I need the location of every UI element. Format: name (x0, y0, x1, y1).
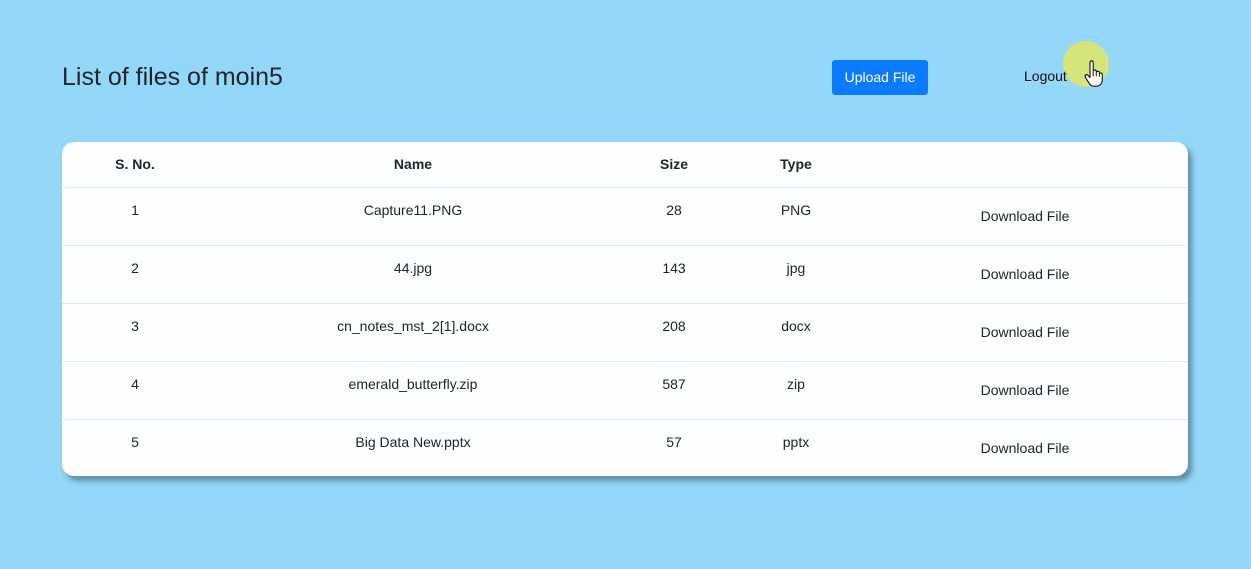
cell-size: 587 (662, 375, 686, 392)
download-file-link[interactable]: Download File (981, 266, 1070, 282)
column-header-action (862, 142, 1188, 187)
cell-type: jpg (786, 259, 806, 276)
cell-type: zip (787, 375, 805, 392)
cell-sno: 1 (131, 201, 139, 218)
table-row: 1 Capture11.PNG 28 PNG Download File (62, 187, 1188, 245)
download-file-link[interactable]: Download File (981, 208, 1070, 224)
table-row: 5 Big Data New.pptx 57 pptx Download Fil… (62, 419, 1188, 476)
column-header-type: Type (780, 156, 812, 173)
cell-sno: 2 (131, 259, 139, 276)
cell-action: Download File (862, 245, 1188, 303)
cell-size: 28 (666, 201, 682, 218)
cell-type: docx (781, 317, 811, 334)
download-file-link[interactable]: Download File (981, 440, 1070, 456)
table-row: 2 44.jpg 143 jpg Download File (62, 245, 1188, 303)
column-header-name: Name (393, 156, 433, 173)
cell-action: Download File (862, 303, 1188, 361)
download-file-link[interactable]: Download File (981, 382, 1070, 398)
cell-name: cn_notes_mst_2[1].docx (337, 317, 489, 334)
cell-name: 44.jpg (393, 259, 433, 276)
cell-name: Capture11.PNG (363, 201, 463, 218)
cell-name: Big Data New.pptx (355, 433, 471, 450)
cell-sno: 4 (131, 375, 139, 392)
page-title: List of files of moin5 (62, 63, 283, 91)
cell-size: 208 (662, 317, 686, 334)
cell-type: pptx (782, 433, 810, 450)
cursor-highlight (1063, 41, 1109, 87)
table-row: 3 cn_notes_mst_2[1].docx 208 docx Downlo… (62, 303, 1188, 361)
cell-size: 57 (666, 433, 682, 450)
cell-name: emerald_butterfly.zip (348, 375, 478, 392)
cell-type: PNG (780, 201, 812, 218)
cell-sno: 3 (131, 317, 139, 334)
cell-sno: 5 (131, 433, 139, 450)
column-header-sno: S. No. (115, 156, 155, 173)
files-table: S. No. Name Size Type 1 Capture11.PNG 28… (62, 142, 1188, 476)
download-file-link[interactable]: Download File (981, 324, 1070, 340)
table-row: 4 emerald_butterfly.zip 587 zip Download… (62, 361, 1188, 419)
upload-file-button[interactable]: Upload File (832, 60, 928, 95)
column-header-size: Size (659, 156, 688, 173)
hand-pointer-icon (1084, 60, 1103, 87)
cell-action: Download File (862, 419, 1188, 476)
cell-size: 143 (662, 259, 686, 276)
files-table-card: S. No. Name Size Type 1 Capture11.PNG 28… (62, 142, 1188, 476)
table-header-row: S. No. Name Size Type (62, 142, 1188, 187)
cell-action: Download File (862, 361, 1188, 419)
logout-link[interactable]: Logout (1024, 66, 1067, 86)
cell-action: Download File (862, 187, 1188, 245)
